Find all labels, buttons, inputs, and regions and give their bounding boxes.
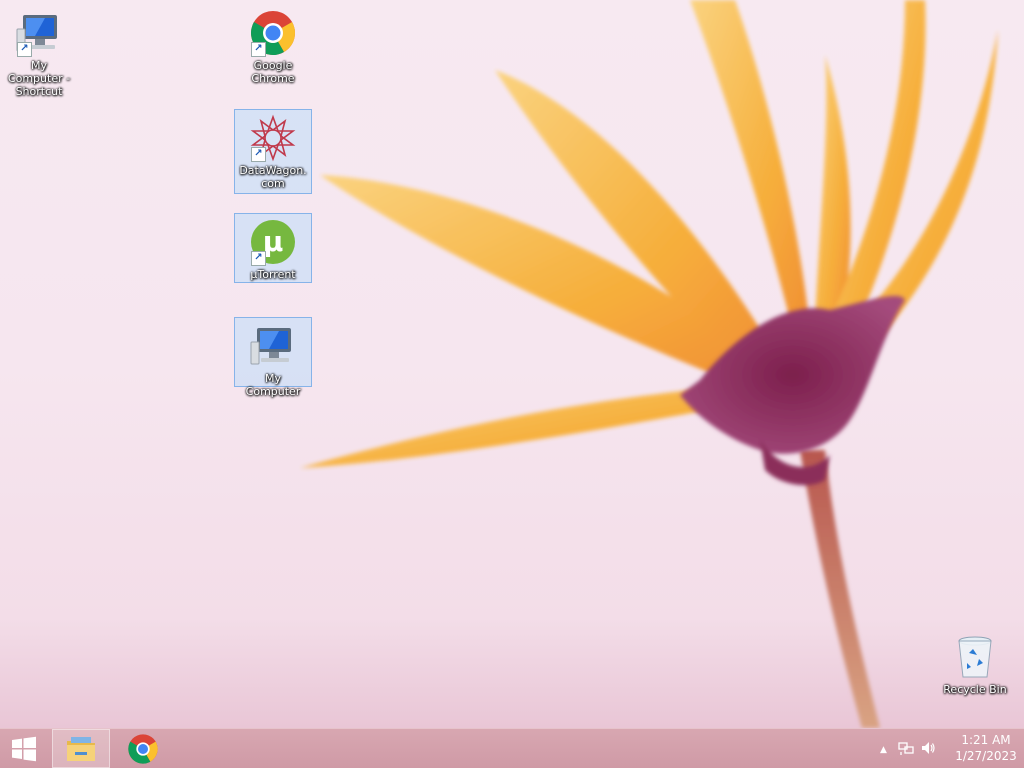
show-hidden-icons-button[interactable]: ▲ [880,742,887,758]
shortcut-arrow-icon: ↗ [17,42,32,57]
chrome-icon [128,734,158,764]
clock[interactable]: 1:21 AM 1/27/2023 [954,732,1018,764]
icon-label: DataWagon.com [239,164,307,190]
computer-icon [250,328,291,365]
icon-label: Recycle Bin [943,683,1007,696]
icon-label: Google Chrome [251,59,295,85]
icon-label: µTorrent [250,268,296,281]
shortcut-arrow-icon: ↗ [251,251,266,266]
file-explorer-taskbar-button[interactable] [52,729,110,768]
taskbar: ▲ 1:21 AM 1/27/2023 [0,728,1024,768]
recycle-bin-icon [958,636,992,678]
desktop[interactable]: ↗ My Computer - Shortcut ↗ Google Chrome [0,0,1024,728]
windows-logo-icon [12,736,36,762]
my-computer-desktop-icon[interactable]: My Computer [234,317,312,398]
system-tray: ▲ 1:21 AM 1/27/2023 [864,729,1024,769]
datawagon-desktop-icon[interactable]: ↗ DataWagon.com [234,109,312,194]
start-button[interactable] [0,729,48,769]
icon-label: My Computer - Shortcut [7,59,71,98]
icon-label: My Computer [245,372,301,398]
clock-time: 1:21 AM [961,733,1011,747]
my-computer-shortcut-desktop-icon[interactable]: ↗ My Computer - Shortcut [0,4,78,99]
utorrent-desktop-icon[interactable]: µ ↗ µTorrent [234,213,312,283]
file-explorer-icon [67,736,95,761]
clock-date: 1/27/2023 [955,749,1017,763]
recycle-bin-desktop-icon[interactable]: Recycle Bin [936,628,1014,697]
chrome-taskbar-button[interactable] [114,729,172,769]
shortcut-arrow-icon: ↗ [251,147,266,162]
google-chrome-desktop-icon[interactable]: ↗ Google Chrome [234,4,312,86]
shortcut-arrow-icon: ↗ [251,42,266,57]
network-icon[interactable] [898,740,914,760]
volume-icon[interactable] [920,740,936,760]
wallpaper-flower [300,0,998,728]
